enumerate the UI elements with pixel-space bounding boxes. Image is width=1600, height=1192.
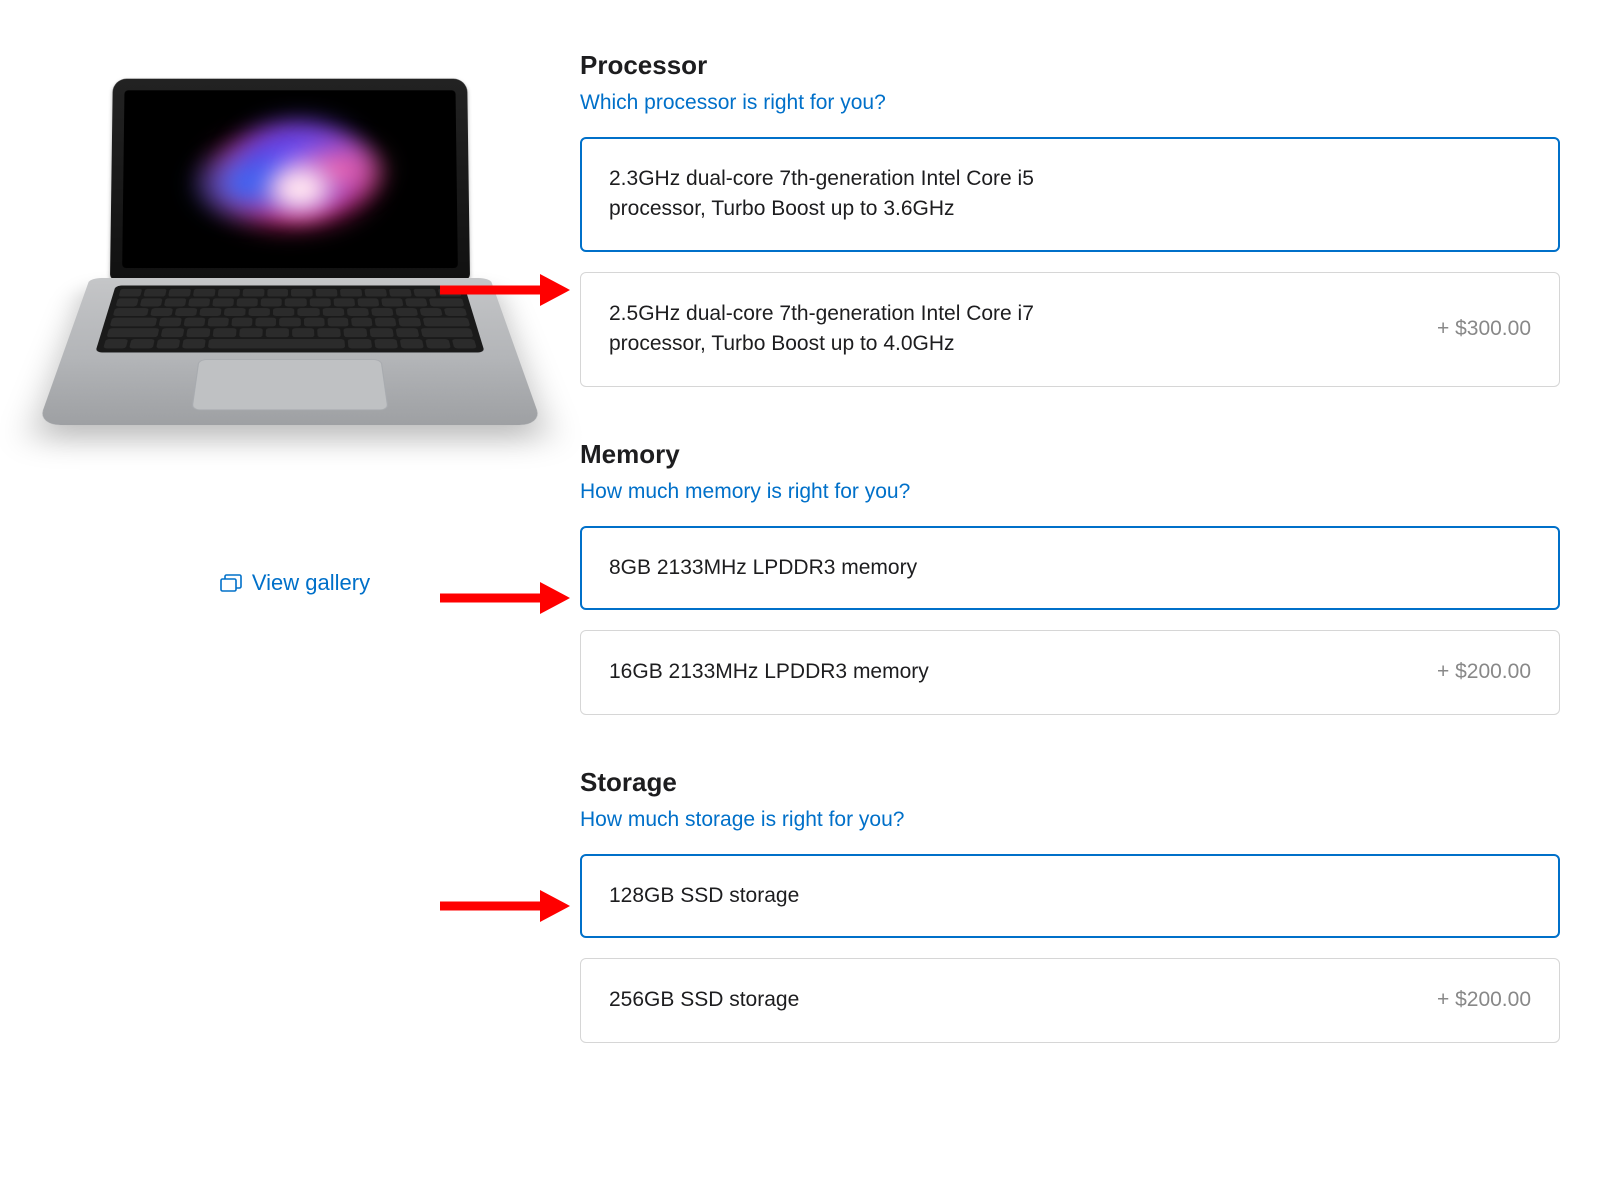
storage-help-link[interactable]: How much storage is right for you? xyxy=(580,808,904,832)
memory-help-link[interactable]: How much memory is right for you? xyxy=(580,480,910,504)
option-label: 2.3GHz dual-core 7th-generation Intel Co… xyxy=(609,164,1109,225)
section-storage: Storage How much storage is right for yo… xyxy=(580,767,1560,1043)
storage-option-1[interactable]: 128GB SSD storage xyxy=(580,854,1560,938)
section-memory: Memory How much memory is right for you?… xyxy=(580,439,1560,715)
view-gallery-label: View gallery xyxy=(252,570,370,596)
view-gallery-link[interactable]: View gallery xyxy=(70,570,520,596)
processor-option-1[interactable]: 2.3GHz dual-core 7th-generation Intel Co… xyxy=(580,137,1560,252)
section-processor: Processor Which processor is right for y… xyxy=(580,50,1560,387)
option-label: 16GB 2133MHz LPDDR3 memory xyxy=(609,657,929,687)
section-title-processor: Processor xyxy=(580,50,1560,81)
processor-option-2[interactable]: 2.5GHz dual-core 7th-generation Intel Co… xyxy=(580,272,1560,387)
memory-option-2[interactable]: 16GB 2133MHz LPDDR3 memory + $200.00 xyxy=(580,630,1560,714)
gallery-icon xyxy=(220,574,242,592)
option-price: + $300.00 xyxy=(1437,317,1531,341)
memory-option-1[interactable]: 8GB 2133MHz LPDDR3 memory xyxy=(580,526,1560,610)
option-price: + $200.00 xyxy=(1437,660,1531,684)
section-title-storage: Storage xyxy=(580,767,1560,798)
section-title-memory: Memory xyxy=(580,439,1560,470)
option-price: + $200.00 xyxy=(1437,988,1531,1012)
option-label: 256GB SSD storage xyxy=(609,985,799,1015)
option-label: 128GB SSD storage xyxy=(609,881,799,911)
product-image xyxy=(70,60,510,480)
option-label: 8GB 2133MHz LPDDR3 memory xyxy=(609,553,917,583)
option-label: 2.5GHz dual-core 7th-generation Intel Co… xyxy=(609,299,1109,360)
storage-option-2[interactable]: 256GB SSD storage + $200.00 xyxy=(580,958,1560,1042)
processor-help-link[interactable]: Which processor is right for you? xyxy=(580,91,886,115)
